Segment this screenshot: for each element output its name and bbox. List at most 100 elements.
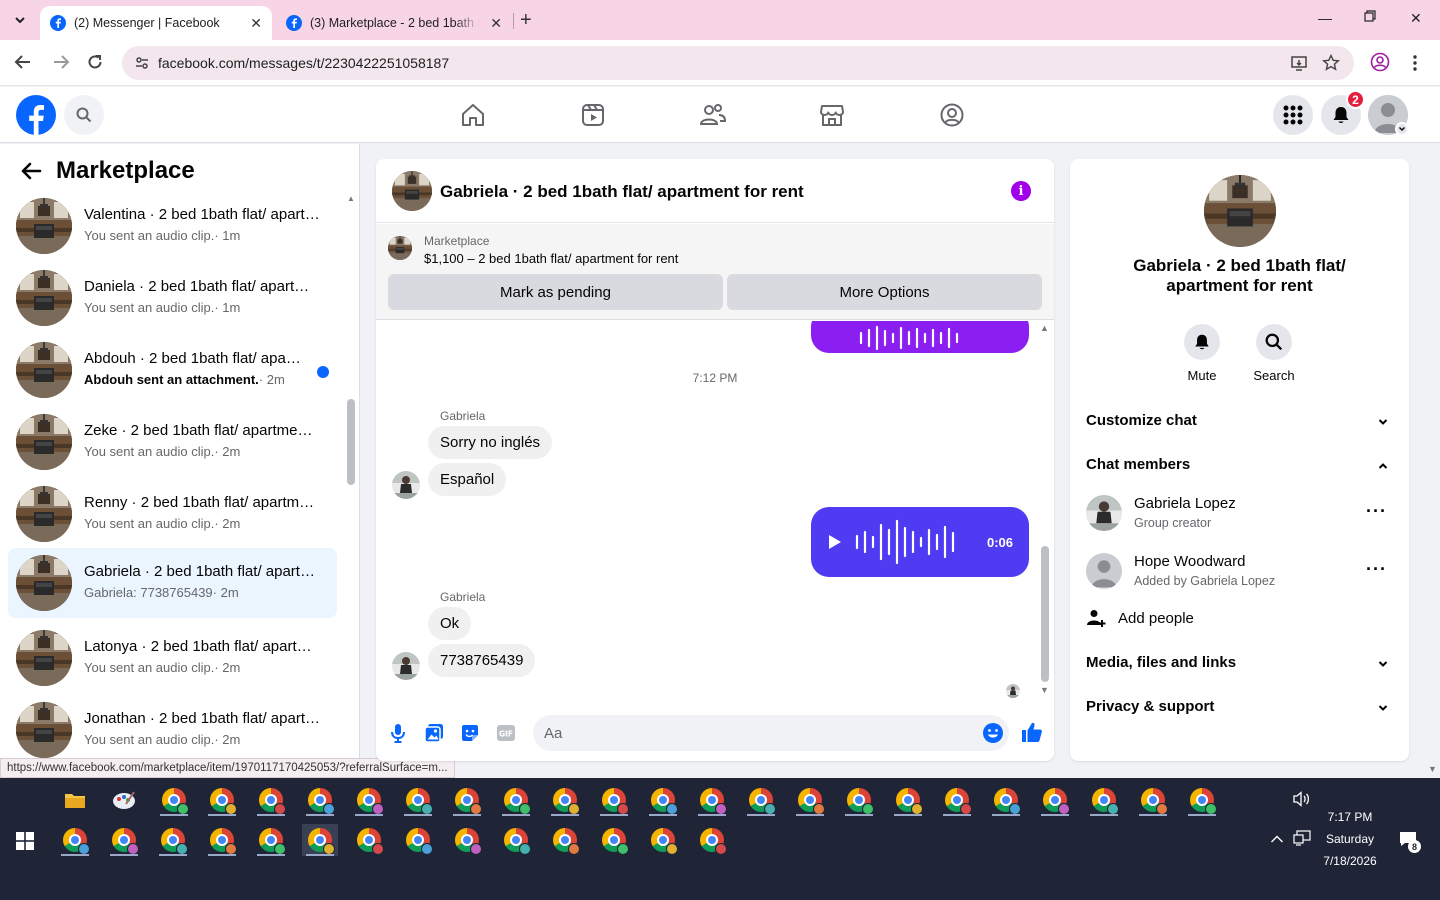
taskbar-chrome-icon[interactable] bbox=[743, 784, 779, 816]
conversation-item[interactable]: Renny · 2 bed 1bath flat/ apartment for … bbox=[8, 479, 337, 549]
site-settings-icon[interactable] bbox=[134, 55, 150, 71]
maximize-icon[interactable] bbox=[1364, 10, 1376, 22]
listing-thumbnail[interactable] bbox=[388, 236, 412, 260]
taskbar-chrome-icon[interactable] bbox=[841, 784, 877, 816]
network-icon[interactable] bbox=[1293, 830, 1311, 846]
browser-profile-icon[interactable] bbox=[1370, 52, 1390, 72]
taskbar-chrome-icon[interactable] bbox=[596, 784, 632, 816]
taskbar-chrome-icon[interactable] bbox=[106, 824, 142, 856]
taskbar-chrome-icon[interactable] bbox=[253, 784, 289, 816]
chat-avatar[interactable] bbox=[392, 171, 432, 211]
taskbar-chrome-icon[interactable] bbox=[596, 824, 632, 856]
close-tab-icon[interactable]: ✕ bbox=[490, 15, 502, 32]
back-arrow-icon[interactable] bbox=[20, 161, 42, 181]
taskbar-chrome-icon[interactable] bbox=[155, 824, 191, 856]
minimize-icon[interactable]: — bbox=[1318, 10, 1332, 26]
taskbar-chrome-icon[interactable] bbox=[57, 824, 93, 856]
tab-messenger[interactable]: (2) Messenger | Facebook ✕ bbox=[40, 6, 272, 40]
clock-date[interactable]: 7/18/2026 bbox=[1314, 854, 1386, 868]
more-options-icon[interactable]: ··· bbox=[1366, 502, 1387, 520]
scroll-up-arrow-icon[interactable]: ▲ bbox=[347, 194, 355, 203]
reload-icon[interactable] bbox=[86, 53, 106, 73]
listing-title[interactable]: $1,100 – 2 bed 1bath flat/ apartment for… bbox=[424, 251, 678, 266]
message-bubble[interactable]: 7738765439 bbox=[428, 644, 536, 677]
chat-title[interactable]: Gabriela · 2 bed 1bath flat/ apartment f… bbox=[440, 182, 804, 202]
taskbar-chrome-icon[interactable] bbox=[547, 824, 583, 856]
taskbar-chrome-icon[interactable] bbox=[694, 824, 730, 856]
page-scroll-down-icon[interactable]: ▼ bbox=[1428, 764, 1437, 774]
conversation-item[interactable]: Abdouh · 2 bed 1bath flat/ apartment for… bbox=[8, 335, 337, 405]
search-action[interactable]: Search bbox=[1244, 324, 1304, 383]
browser-menu-icon[interactable] bbox=[1412, 54, 1418, 72]
taskbar-chrome-icon[interactable] bbox=[351, 784, 387, 816]
taskbar-chrome-icon[interactable] bbox=[400, 824, 436, 856]
back-icon[interactable] bbox=[14, 53, 34, 73]
message-bubble[interactable]: Sorry no inglés bbox=[428, 426, 553, 459]
taskbar-chrome-icon[interactable] bbox=[449, 784, 485, 816]
taskbar-chrome-icon[interactable] bbox=[204, 824, 240, 856]
mute-action[interactable]: Mute bbox=[1172, 324, 1232, 383]
more-options-button[interactable]: More Options bbox=[727, 274, 1042, 310]
taskbar-chrome-icon[interactable] bbox=[939, 784, 975, 816]
nav-friends[interactable] bbox=[697, 99, 729, 131]
nav-gaming[interactable] bbox=[936, 99, 968, 131]
message-bubble[interactable]: Ok bbox=[428, 607, 472, 640]
scroll-down-arrow-icon[interactable]: ▼ bbox=[1040, 685, 1049, 695]
taskbar-chrome-icon[interactable] bbox=[449, 824, 485, 856]
message-input[interactable]: Aa bbox=[533, 715, 1009, 751]
taskbar-chrome-icon[interactable] bbox=[253, 824, 289, 856]
taskbar-chrome-icon[interactable] bbox=[645, 784, 681, 816]
microphone-icon[interactable] bbox=[388, 723, 408, 743]
chat-member-item[interactable]: Gabriela Lopez Group creator ··· bbox=[1086, 493, 1393, 537]
taskbar-chrome-icon[interactable] bbox=[694, 784, 730, 816]
facebook-logo-icon[interactable] bbox=[16, 95, 56, 135]
taskbar-chrome-icon[interactable] bbox=[351, 824, 387, 856]
conversation-item[interactable]: Zeke · 2 bed 1bath flat/ apartment for r… bbox=[8, 407, 337, 477]
taskbar-chrome-icon[interactable] bbox=[1086, 784, 1122, 816]
privacy-support-section[interactable]: Privacy & support bbox=[1086, 698, 1393, 720]
conversation-item[interactable]: Daniela · 2 bed 1bath flat/ apartment fo… bbox=[8, 263, 337, 333]
tab-marketplace[interactable]: (3) Marketplace - 2 bed 1bath f ✕ bbox=[276, 6, 512, 40]
taskbar-chrome-icon[interactable] bbox=[498, 784, 534, 816]
chat-member-item[interactable]: Hope Woodward Added by Gabriela Lopez ··… bbox=[1086, 551, 1393, 595]
audio-message[interactable]: 0:06 bbox=[811, 507, 1029, 577]
tab-search-button[interactable] bbox=[8, 8, 32, 32]
conversation-item[interactable]: Latonya · 2 bed 1bath flat/ apartment fo… bbox=[8, 623, 337, 693]
paint-icon[interactable] bbox=[106, 784, 142, 816]
thumbs-up-icon[interactable] bbox=[1021, 721, 1043, 743]
close-window-icon[interactable]: ✕ bbox=[1410, 10, 1422, 27]
taskbar-chrome-icon[interactable] bbox=[645, 824, 681, 856]
audio-message-partial[interactable] bbox=[811, 321, 1029, 353]
file-explorer-icon[interactable] bbox=[57, 784, 93, 816]
taskbar-chrome-icon[interactable] bbox=[792, 784, 828, 816]
forward-icon[interactable] bbox=[52, 53, 72, 73]
chevron-up-icon[interactable] bbox=[1270, 834, 1284, 844]
mark-as-pending-button[interactable]: Mark as pending bbox=[388, 274, 723, 310]
emoji-icon[interactable] bbox=[982, 722, 1004, 744]
message-bubble[interactable]: Español bbox=[428, 463, 507, 496]
chat-members-section[interactable]: Chat members bbox=[1086, 456, 1393, 478]
sender-avatar[interactable] bbox=[392, 652, 420, 680]
address-bar[interactable]: facebook.com/messages/t/2230422251058187 bbox=[122, 46, 1354, 80]
taskbar-chrome-icon[interactable] bbox=[988, 784, 1024, 816]
taskbar-chrome-icon[interactable] bbox=[1135, 784, 1171, 816]
nav-home[interactable] bbox=[457, 99, 489, 131]
facebook-search-button[interactable] bbox=[64, 95, 104, 135]
taskbar-chrome-icon[interactable] bbox=[156, 784, 192, 816]
photo-icon[interactable] bbox=[424, 723, 444, 743]
more-options-icon[interactable]: ··· bbox=[1366, 560, 1387, 578]
menu-button[interactable] bbox=[1273, 95, 1313, 135]
taskbar-chrome-icon[interactable] bbox=[302, 784, 338, 816]
taskbar-chrome-icon[interactable] bbox=[204, 784, 240, 816]
close-tab-icon[interactable]: ✕ bbox=[250, 15, 262, 32]
clock-day[interactable]: Saturday bbox=[1318, 832, 1382, 846]
chat-scrollbar[interactable] bbox=[1041, 546, 1049, 682]
sticker-icon[interactable] bbox=[460, 723, 480, 743]
taskbar-chrome-icon[interactable] bbox=[302, 824, 338, 856]
bookmark-star-icon[interactable] bbox=[1322, 54, 1340, 72]
taskbar-chrome-icon[interactable] bbox=[1037, 784, 1073, 816]
windows-start-icon[interactable] bbox=[16, 832, 34, 850]
media-files-links-section[interactable]: Media, files and links bbox=[1086, 654, 1393, 676]
conversation-item[interactable]: Jonathan · 2 bed 1bath flat/ apartment f… bbox=[8, 695, 337, 758]
conversation-item[interactable]: Valentina · 2 bed 1bath flat/ apartment … bbox=[8, 191, 337, 261]
